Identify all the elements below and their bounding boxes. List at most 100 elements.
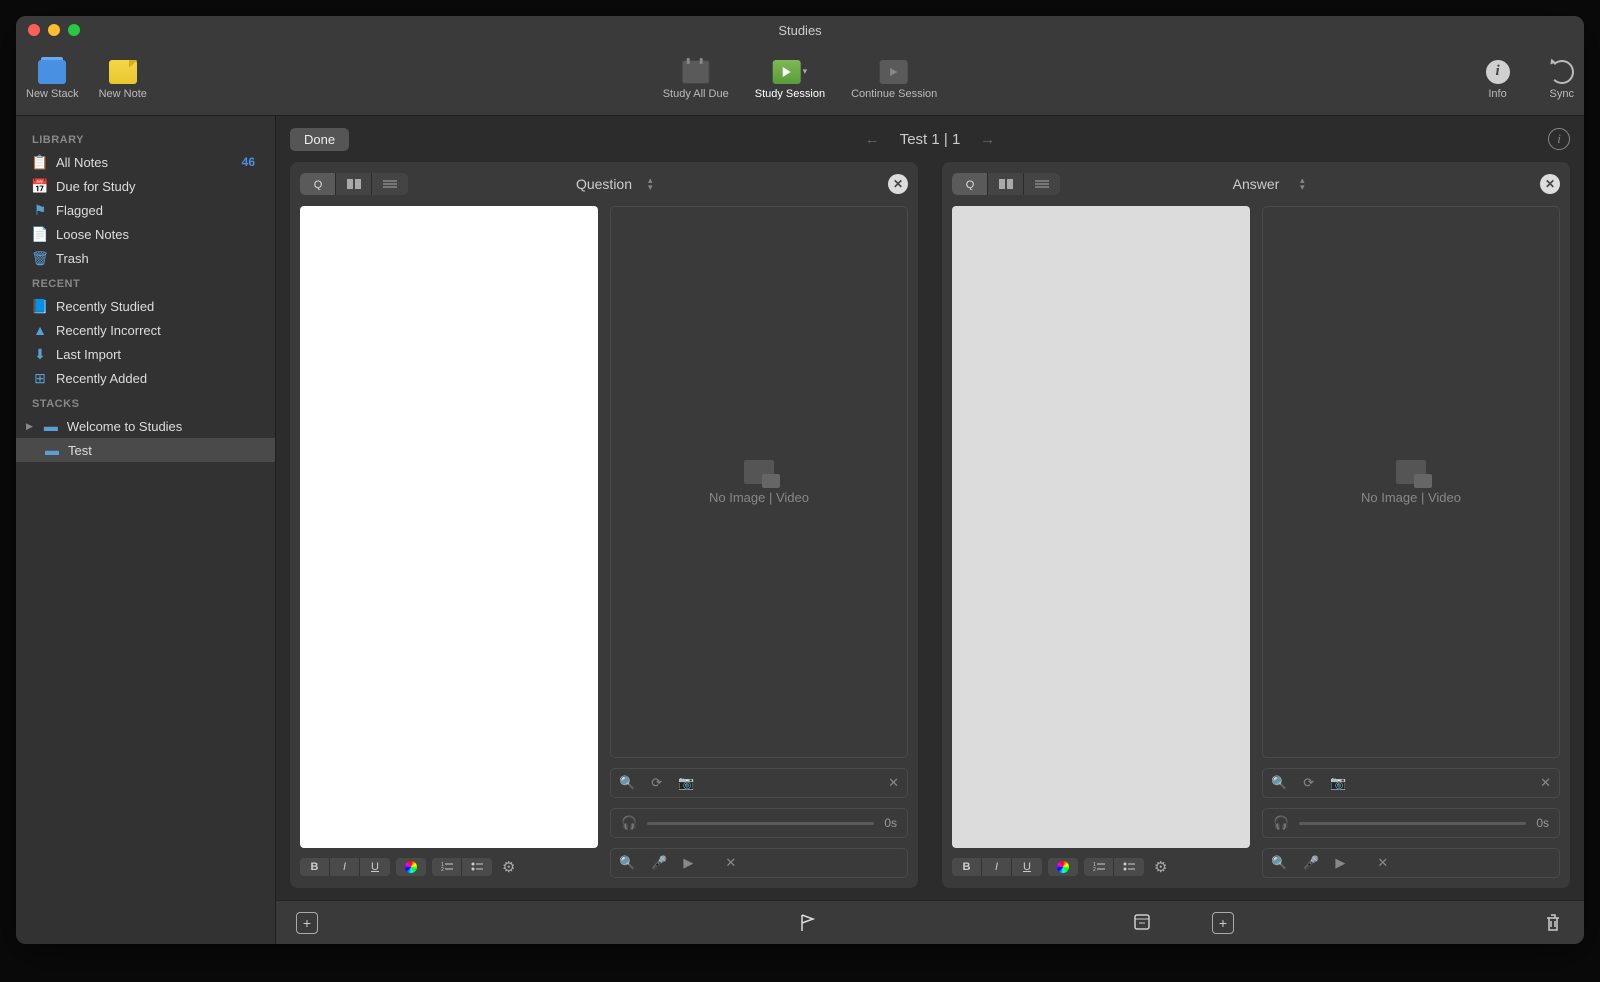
search-media-button[interactable]: 🔍 [619,775,635,791]
done-button[interactable]: Done [290,128,349,151]
camera-button[interactable]: 📷 [678,775,694,791]
content-area: Done ← Test 1 | 1 → i Q [276,116,1584,944]
search-audio-button[interactable]: 🔍 [619,855,635,871]
color-wheel-icon [405,861,417,873]
underline-button[interactable]: U [1012,858,1042,876]
crop-button[interactable]: ⟳ [651,775,662,791]
traffic-lights [16,24,80,36]
close-window-button[interactable] [28,24,40,36]
ordered-list-button[interactable]: 12 [1084,858,1114,876]
split-icon [999,179,1013,189]
new-stack-button[interactable]: New Stack [26,60,79,100]
audio-scrubber[interactable] [1299,822,1526,825]
sidebar-item-recently-studied[interactable]: 📘 Recently Studied [16,294,275,318]
sidebar-item-all-notes[interactable]: 📋 All Notes 46 [16,150,275,174]
answer-close-button[interactable]: ✕ [1540,174,1560,194]
list-icon [383,179,397,189]
question-close-button[interactable]: ✕ [888,174,908,194]
main-body: LIBRARY 📋 All Notes 46 📅 Due for Study ⚑… [16,116,1584,944]
search-media-button[interactable]: 🔍 [1271,775,1287,791]
answer-card-header: Q Answer ▴▾ ✕ [952,172,1560,196]
clear-audio-button[interactable]: ✕ [725,855,736,871]
prev-arrow-icon[interactable]: ← [865,131,880,148]
seg-split-view[interactable] [336,173,372,195]
mic-button[interactable]: 🎤 [1303,855,1319,871]
play-button[interactable]: ▶ [1335,855,1345,871]
continue-session-button[interactable]: Continue Session [851,60,937,100]
clear-media-button[interactable]: ✕ [888,775,899,791]
sidebar-item-flagged[interactable]: ⚑ Flagged [16,198,275,222]
bullet-list-button[interactable] [1114,858,1144,876]
toolbar: New Stack New Note Study All Due ▾ Study… [16,44,1584,116]
seg-text-view[interactable]: Q [300,173,336,195]
answer-text-editor[interactable] [952,206,1250,848]
sync-button[interactable]: Sync [1550,60,1574,100]
flag-note-button[interactable] [799,913,817,933]
duplicate-button[interactable]: + [1212,912,1234,934]
disclosure-triangle[interactable]: ▶ [26,421,33,432]
card-info-button[interactable]: i [1548,128,1570,150]
audio-scrubber[interactable] [647,822,874,825]
color-button[interactable] [396,858,426,876]
study-all-due-button[interactable]: Study All Due [663,60,729,100]
minimize-window-button[interactable] [48,24,60,36]
maximize-window-button[interactable] [68,24,80,36]
question-card-header: Q Question ▴▾ ✕ [300,172,908,196]
camera-button[interactable]: 📷 [1330,775,1346,791]
answer-media-dropzone[interactable]: No Image | Video [1262,206,1560,758]
seg-list-view[interactable] [1024,173,1060,195]
sidebar-item-welcome-to-studies[interactable]: ▶ ▬ Welcome to Studies [16,414,275,438]
next-arrow-icon[interactable]: → [980,131,995,148]
italic-button[interactable]: I [330,858,360,876]
sidebar-item-due-for-study[interactable]: 📅 Due for Study [16,174,275,198]
bullet-list-button[interactable] [462,858,492,876]
archive-button[interactable] [1132,912,1152,934]
sidebar-item-recently-added[interactable]: ⊞ Recently Added [16,366,275,390]
add-note-button[interactable]: + [296,912,318,934]
underline-button[interactable]: U [360,858,390,876]
ordered-list-button[interactable]: 12 [432,858,462,876]
answer-body: B I U 12 ⚙ [952,206,1560,878]
bold-button[interactable]: B [952,858,982,876]
info-button[interactable]: i Info [1486,60,1510,100]
color-button[interactable] [1048,858,1078,876]
format-settings-button[interactable]: ⚙ [502,858,515,876]
study-session-button[interactable]: ▾ Study Session [755,60,825,100]
mic-button[interactable]: 🎤 [651,855,667,871]
answer-media-toolbar: 🔍 ⟳ 📷 ✕ [1262,768,1560,798]
sidebar-item-trash[interactable]: 🗑 Trash [16,246,275,270]
sidebar-item-last-import[interactable]: ⬇ Last Import [16,342,275,366]
format-settings-button[interactable]: ⚙ [1154,858,1167,876]
answer-stepper[interactable]: ▴▾ [1300,177,1305,191]
clear-audio-button[interactable]: ✕ [1377,855,1388,871]
seg-split-view[interactable] [988,173,1024,195]
clear-media-button[interactable]: ✕ [1540,775,1551,791]
play-icon [773,60,801,84]
crop-button[interactable]: ⟳ [1303,775,1314,791]
book-icon: 📘 [32,298,48,314]
question-stepper[interactable]: ▴▾ [648,177,653,191]
sidebar-item-test[interactable]: ▬ Test [16,438,275,462]
italic-button[interactable]: I [982,858,1012,876]
play-button[interactable]: ▶ [683,855,693,871]
svg-text:Q: Q [965,179,974,190]
new-note-button[interactable]: New Note [99,60,147,100]
question-media-dropzone[interactable]: No Image | Video [610,206,908,758]
seg-text-view[interactable]: Q [952,173,988,195]
document-icon: 📄 [32,226,48,242]
seg-list-view[interactable] [372,173,408,195]
sidebar-item-recently-incorrect[interactable]: ▲ Recently Incorrect [16,318,275,342]
headphones-icon: 🎧 [1273,815,1289,831]
dropdown-arrow-icon[interactable]: ▾ [803,66,808,77]
answer-audio-bar: 🎧 0s [1262,808,1560,838]
question-text-editor[interactable] [300,206,598,848]
search-audio-button[interactable]: 🔍 [1271,855,1287,871]
question-media-pane: No Image | Video 🔍 ⟳ 📷 ✕ 🎧 [610,206,908,878]
question-audio-bar: 🎧 0s [610,808,908,838]
answer-text-pane: B I U 12 ⚙ [952,206,1250,878]
cards-row: Q Question ▴▾ ✕ [276,162,1584,900]
bold-button[interactable]: B [300,858,330,876]
delete-note-button[interactable] [1544,913,1562,933]
sidebar-item-loose-notes[interactable]: 📄 Loose Notes [16,222,275,246]
calendar-icon [682,60,710,84]
